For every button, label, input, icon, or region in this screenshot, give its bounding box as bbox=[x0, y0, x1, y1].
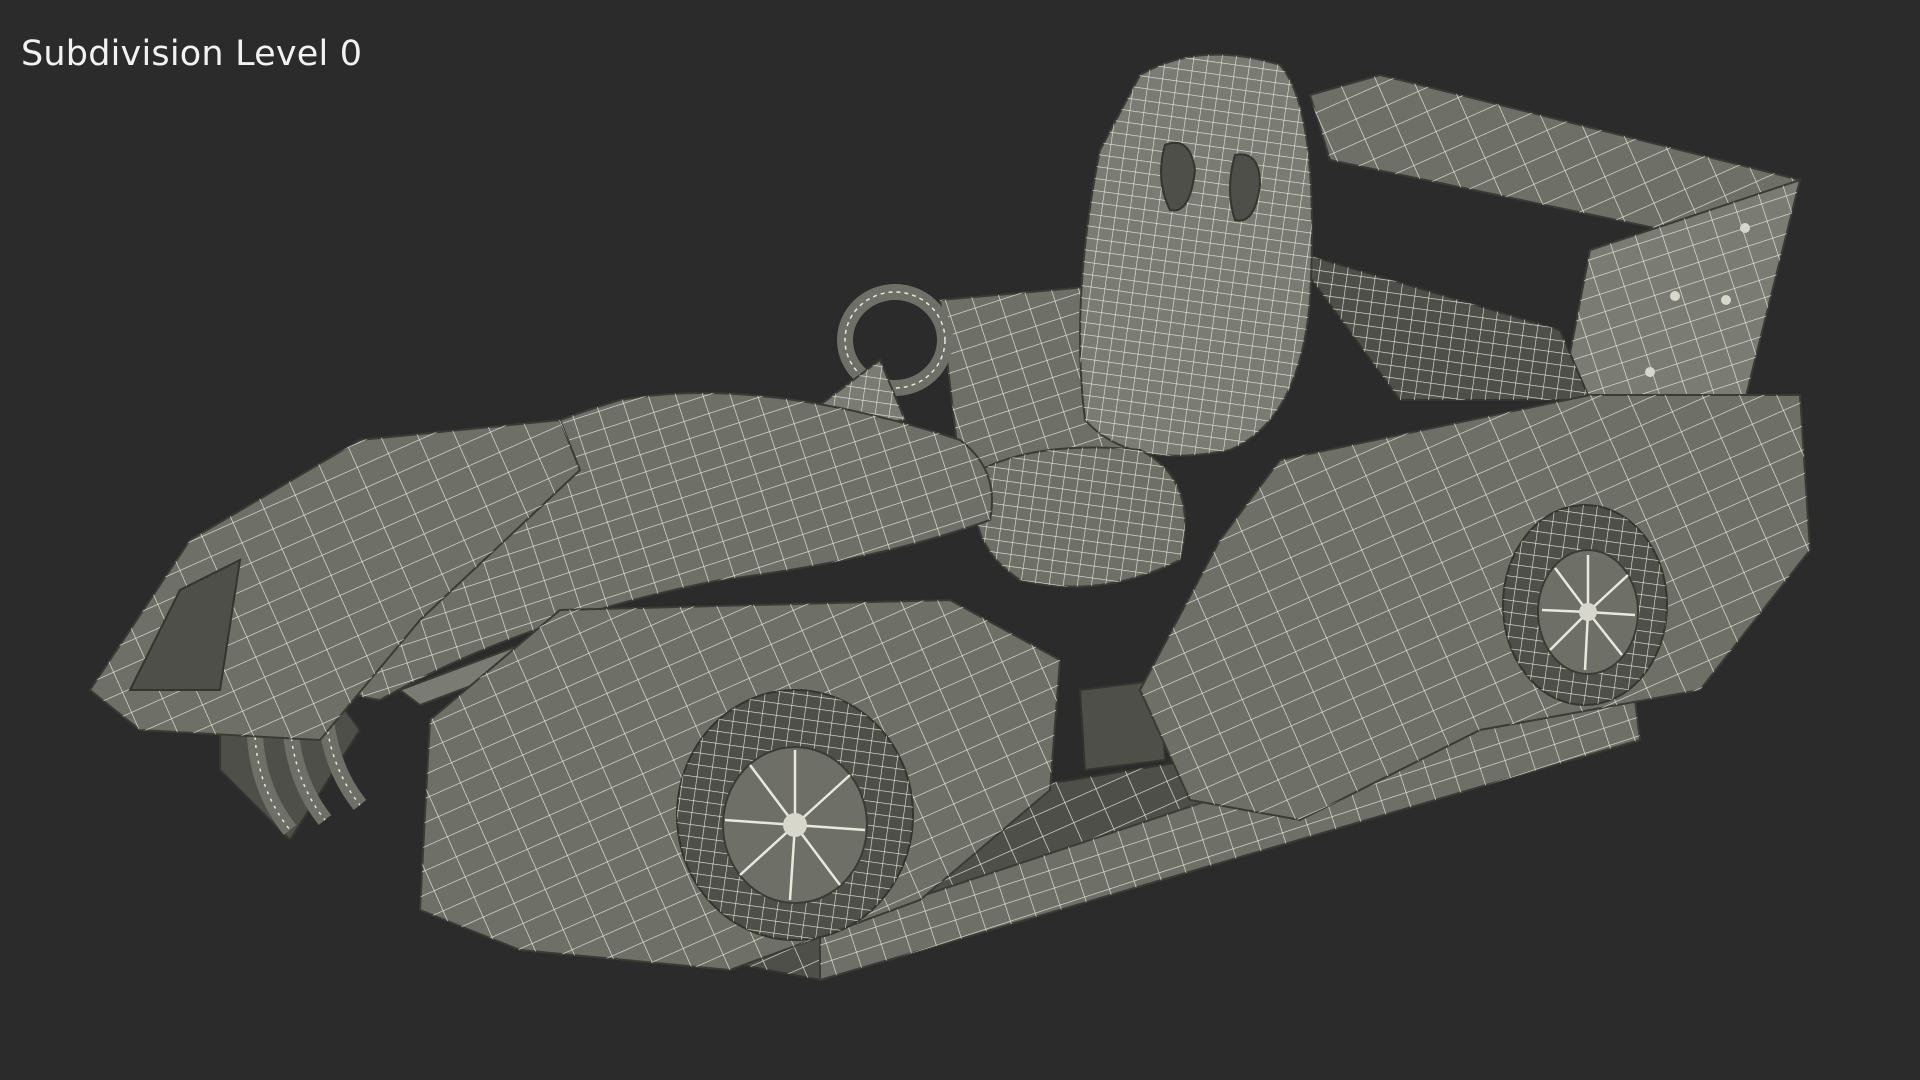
rear-wheel bbox=[1502, 504, 1668, 706]
subdivision-level-label: Subdivision Level 0 bbox=[21, 34, 363, 74]
wireframe-model bbox=[88, 53, 1812, 982]
render-viewport: Subdivision Level 0 bbox=[0, 0, 1920, 1080]
front-wheel bbox=[676, 689, 914, 941]
